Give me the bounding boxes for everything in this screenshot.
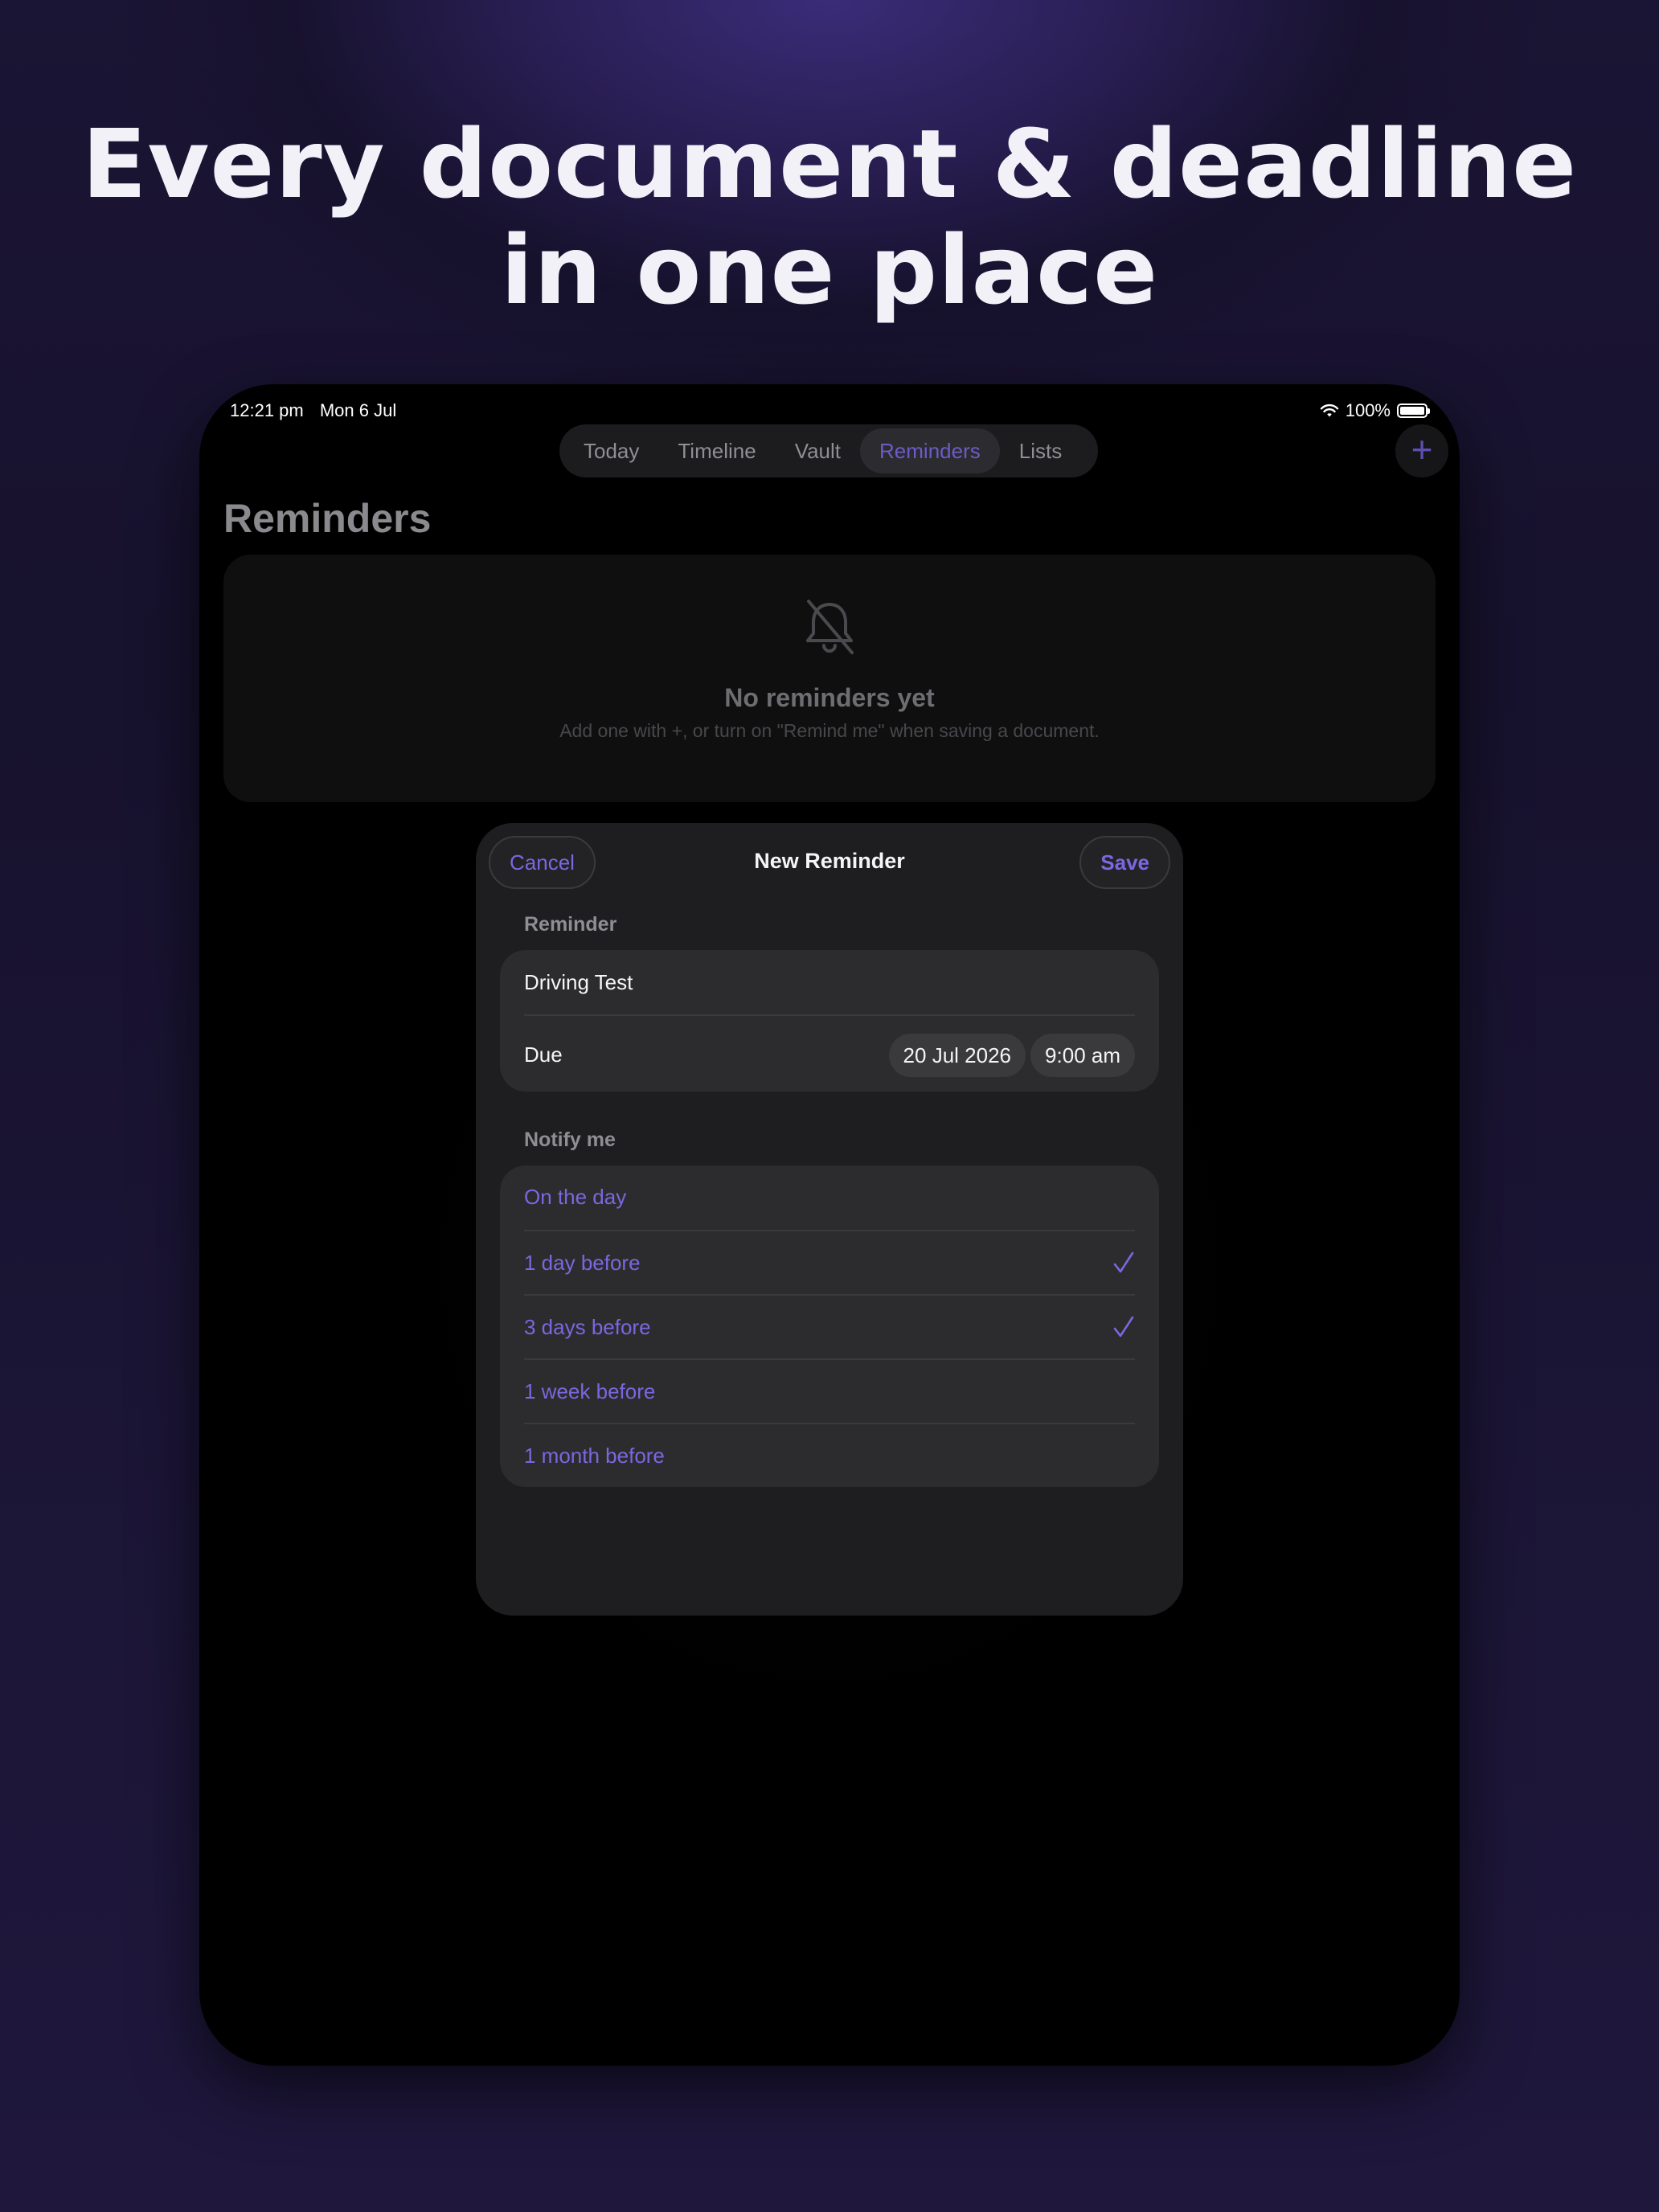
checkmark-icon	[1113, 1316, 1134, 1337]
notify-option-label: 1 day before	[524, 1251, 641, 1275]
notify-option-label: 1 week before	[524, 1379, 656, 1403]
add-button[interactable]: +	[1395, 424, 1448, 477]
notify-options-group: On the day 1 day before 3 days before 1 …	[500, 1165, 1159, 1487]
status-bar: 12:21 pm Mon 6 Jul 100%	[199, 392, 1460, 424]
tablet-screen: 12:21 pm Mon 6 Jul 100% Today Timeline V…	[199, 384, 1460, 2066]
empty-state-title: No reminders yet	[724, 683, 935, 712]
reminder-name-row[interactable]: Driving Test	[524, 950, 1135, 1014]
empty-state-subtitle: Add one with +, or turn on "Remind me" w…	[559, 720, 1100, 741]
battery-percent: 100%	[1345, 400, 1391, 420]
reminder-group: Driving Test Due 20 Jul 2026 9:00 am	[500, 950, 1159, 1092]
notify-option[interactable]: 1 month before	[524, 1423, 1135, 1487]
notify-section-label: Notify me	[524, 1129, 616, 1151]
headline-line-2: in one place	[500, 215, 1159, 326]
empty-state-card: No reminders yet Add one with +, or turn…	[223, 555, 1436, 802]
due-row: Due 20 Jul 2026 9:00 am	[524, 1014, 1135, 1092]
tab-reminders[interactable]: Reminders	[860, 428, 1000, 473]
sheet-title: New Reminder	[754, 849, 905, 873]
tab-today[interactable]: Today	[564, 428, 658, 473]
due-time-picker[interactable]: 9:00 am	[1030, 1034, 1135, 1077]
status-time: 12:21 pm	[230, 400, 304, 420]
top-tab-bar: Today Timeline Vault Reminders Lists	[559, 424, 1098, 477]
marketing-headline: Every document & deadline in one place	[0, 111, 1659, 323]
plus-icon: +	[1411, 428, 1433, 470]
bell-slash-icon	[806, 600, 854, 654]
notify-option-label: 3 days before	[524, 1315, 651, 1339]
notify-option[interactable]: On the day	[524, 1165, 1135, 1230]
new-reminder-sheet: Cancel New Reminder Save Reminder Drivin…	[476, 823, 1183, 1616]
page-title: Reminders	[223, 496, 432, 541]
notify-option[interactable]: 1 week before	[524, 1358, 1135, 1423]
checkmark-icon	[1113, 1251, 1134, 1273]
notify-option-label: On the day	[524, 1185, 627, 1209]
save-button[interactable]: Save	[1079, 836, 1170, 889]
tab-timeline[interactable]: Timeline	[658, 428, 775, 473]
notify-option[interactable]: 1 day before	[524, 1230, 1135, 1294]
reminder-section-label: Reminder	[524, 913, 617, 936]
notify-option[interactable]: 3 days before	[524, 1294, 1135, 1358]
status-date: Mon 6 Jul	[319, 400, 397, 420]
tab-vault[interactable]: Vault	[776, 428, 860, 473]
notify-option-label: 1 month before	[524, 1444, 665, 1468]
tab-lists[interactable]: Lists	[1000, 428, 1081, 473]
headline-line-1: Every document & deadline	[81, 109, 1578, 219]
due-date-picker[interactable]: 20 Jul 2026	[888, 1034, 1026, 1077]
battery-icon	[1397, 403, 1430, 418]
wifi-icon	[1320, 403, 1338, 417]
reminder-name-field[interactable]: Driving Test	[524, 950, 633, 1014]
due-label: Due	[524, 1043, 563, 1067]
